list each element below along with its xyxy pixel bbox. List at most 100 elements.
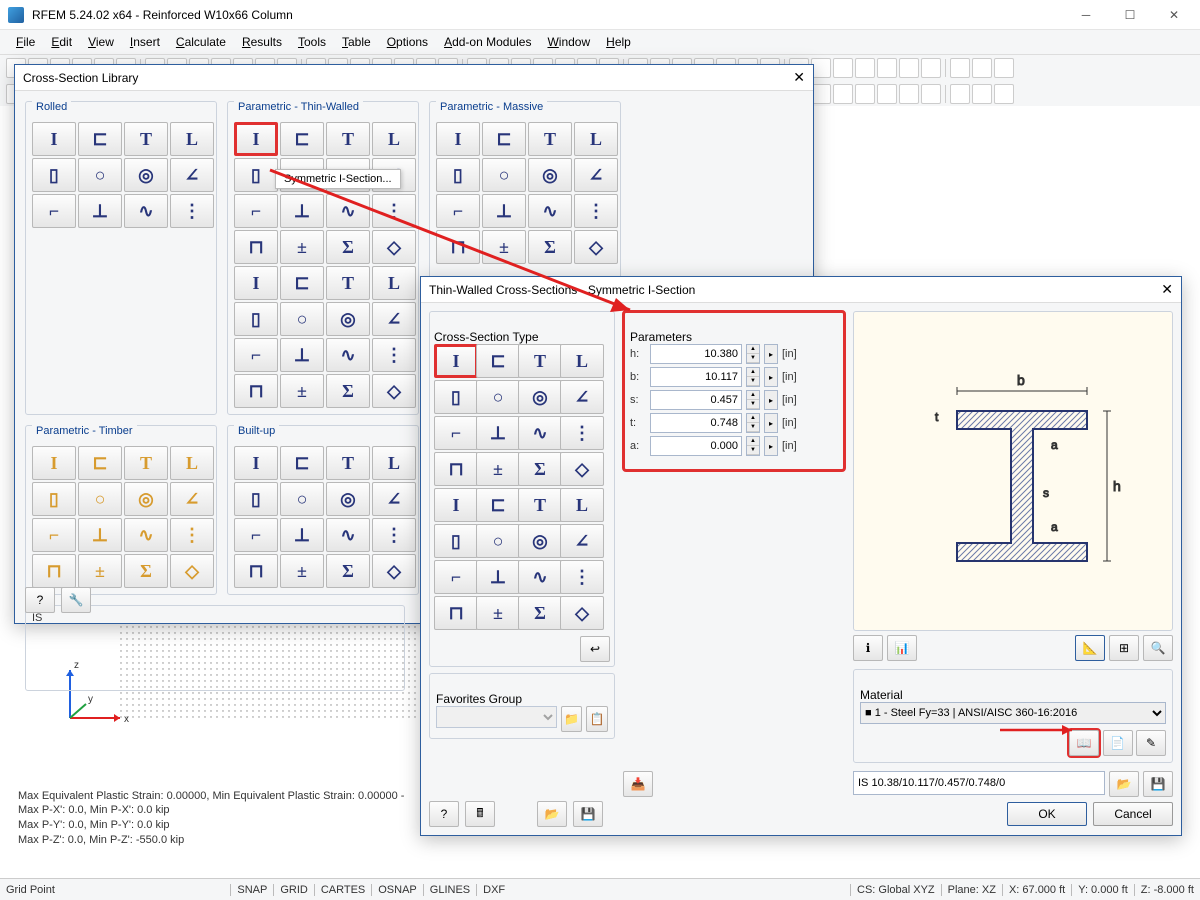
toolbar-button[interactable] [877, 84, 897, 104]
section-type-button[interactable]: ⊏ [280, 122, 324, 156]
section-type-button[interactable]: ▯ [434, 380, 478, 414]
section-type-button[interactable]: T [326, 446, 370, 480]
section-type-button[interactable]: ○ [482, 158, 526, 192]
section-type-button[interactable]: ▯ [434, 524, 478, 558]
section-type-button[interactable]: Σ [326, 230, 370, 264]
help-button[interactable]: ? [25, 587, 55, 613]
view-dims-button[interactable]: 📐 [1075, 635, 1105, 661]
toolbar-button[interactable] [855, 84, 875, 104]
section-type-button[interactable]: ⋮ [372, 338, 416, 372]
section-type-button[interactable]: ▯ [234, 482, 278, 516]
status-mode-grid[interactable]: GRID [273, 884, 314, 896]
save-button[interactable]: 💾 [573, 801, 603, 827]
section-type-button[interactable]: ⋮ [574, 194, 618, 228]
section-type-button[interactable]: L [372, 266, 416, 300]
section-type-button[interactable]: ⌐ [32, 518, 76, 552]
open-button[interactable]: 📂 [537, 801, 567, 827]
stress-button[interactable]: 📊 [887, 635, 917, 661]
section-type-button[interactable]: ▯ [234, 302, 278, 336]
menu-tools[interactable]: Tools [290, 35, 334, 49]
section-type-button[interactable]: ⊓ [434, 596, 478, 630]
section-type-button[interactable]: ± [78, 554, 122, 588]
section-type-button[interactable]: T [326, 122, 370, 156]
section-type-button[interactable]: Σ [326, 374, 370, 408]
section-type-button[interactable]: ± [280, 554, 324, 588]
section-type-button[interactable]: ⋮ [372, 194, 416, 228]
menu-help[interactable]: Help [598, 35, 639, 49]
section-type-button[interactable]: ∠ [170, 158, 214, 192]
spinner[interactable]: ▲▼ [746, 344, 760, 364]
section-type-button[interactable]: ∿ [124, 518, 168, 552]
section-type-button[interactable]: ± [280, 374, 324, 408]
section-type-button[interactable]: ∠ [372, 302, 416, 336]
menu-table[interactable]: Table [334, 35, 379, 49]
calc-button[interactable]: 🖩 [465, 801, 495, 827]
menu-view[interactable]: View [80, 35, 122, 49]
section-type-button[interactable]: ∿ [124, 194, 168, 228]
favorites-dropdown[interactable] [436, 706, 557, 728]
param-b-input[interactable] [650, 367, 742, 387]
section-type-button[interactable]: ⊏ [476, 344, 520, 378]
section-type-button[interactable]: ⋮ [170, 518, 214, 552]
section-type-button[interactable]: ± [280, 230, 324, 264]
section-type-button[interactable]: T [518, 344, 562, 378]
pick-button[interactable]: ▸ [764, 390, 778, 410]
section-type-button[interactable]: T [124, 446, 168, 480]
import-button[interactable]: 📥 [623, 771, 653, 797]
section-type-button[interactable]: ▯ [32, 482, 76, 516]
section-type-button[interactable]: Σ [528, 230, 572, 264]
section-type-button[interactable]: L [372, 122, 416, 156]
section-type-button[interactable]: ⋮ [372, 518, 416, 552]
section-type-button[interactable]: L [170, 446, 214, 480]
section-type-button[interactable]: ◎ [326, 482, 370, 516]
section-type-button[interactable]: Σ [124, 554, 168, 588]
toolbar-button[interactable] [833, 84, 853, 104]
section-type-button[interactable]: ○ [78, 482, 122, 516]
section-type-button[interactable]: ∠ [372, 482, 416, 516]
material-library-button[interactable]: 📖 [1069, 730, 1099, 756]
toolbar-button[interactable] [950, 84, 970, 104]
menu-insert[interactable]: Insert [122, 35, 168, 49]
details-button[interactable]: 🔧 [61, 587, 91, 613]
section-type-button[interactable]: ⊓ [436, 230, 480, 264]
toolbar-button[interactable] [899, 58, 919, 78]
section-type-button[interactable]: I [234, 122, 278, 156]
section-type-button[interactable]: ⊏ [280, 446, 324, 480]
section-type-button[interactable]: ◎ [124, 482, 168, 516]
section-type-button[interactable]: ⊥ [78, 518, 122, 552]
section-type-button[interactable]: ∠ [560, 524, 604, 558]
section-type-button[interactable]: ○ [78, 158, 122, 192]
section-type-button[interactable]: T [528, 122, 572, 156]
spinner[interactable]: ▲▼ [746, 390, 760, 410]
section-type-button[interactable]: ⊥ [280, 194, 324, 228]
section-type-button[interactable]: ± [482, 230, 526, 264]
section-type-button[interactable]: I [32, 122, 76, 156]
param-t-input[interactable] [650, 413, 742, 433]
spinner[interactable]: ▲▼ [746, 367, 760, 387]
section-type-button[interactable]: ⊓ [434, 452, 478, 486]
toolbar-button[interactable] [950, 58, 970, 78]
section-type-button[interactable]: ⊥ [476, 416, 520, 450]
reset-button[interactable]: ↩ [580, 636, 610, 662]
toolbar-button[interactable] [972, 84, 992, 104]
section-type-button[interactable]: ◎ [326, 302, 370, 336]
section-type-button[interactable]: ⋮ [170, 194, 214, 228]
section-type-button[interactable]: T [326, 266, 370, 300]
toolbar-button[interactable] [994, 84, 1014, 104]
designation-field[interactable] [853, 771, 1105, 795]
section-type-button[interactable]: I [434, 488, 478, 522]
section-type-button[interactable]: ⊥ [482, 194, 526, 228]
section-type-button[interactable]: ◇ [372, 554, 416, 588]
section-type-button[interactable]: ⋮ [560, 560, 604, 594]
section-type-button[interactable]: Σ [518, 452, 562, 486]
section-type-button[interactable]: ∠ [170, 482, 214, 516]
section-type-button[interactable]: ⌐ [234, 338, 278, 372]
section-type-button[interactable]: ∠ [574, 158, 618, 192]
section-type-button[interactable]: ▯ [234, 158, 278, 192]
toolbar-button[interactable] [811, 58, 831, 78]
toolbar-button[interactable] [811, 84, 831, 104]
close-button[interactable]: ✕ [1156, 8, 1192, 22]
section-type-button[interactable]: ○ [280, 482, 324, 516]
menu-calculate[interactable]: Calculate [168, 35, 234, 49]
toolbar-button[interactable] [921, 58, 941, 78]
